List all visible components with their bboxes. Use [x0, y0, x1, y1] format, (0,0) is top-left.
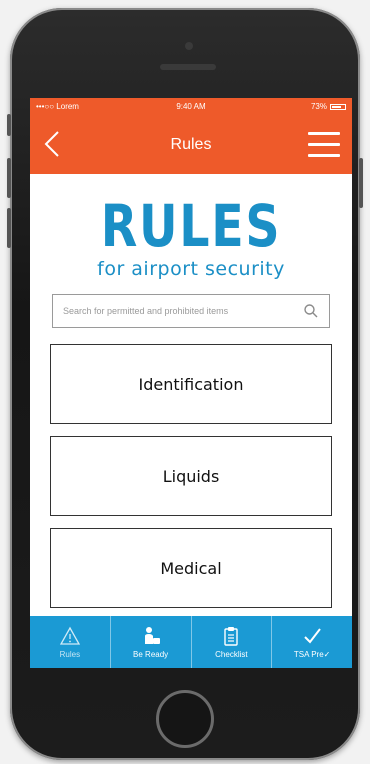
battery-icon [330, 103, 346, 110]
category-label: Medical [160, 558, 222, 578]
clock: 9:40 AM [176, 102, 206, 111]
tab-tsa-precheck[interactable]: TSA Pre✓ [272, 616, 352, 668]
battery-percent: 73% [310, 102, 327, 111]
front-camera [185, 42, 193, 50]
tab-label: TSA Pre✓ [293, 650, 331, 659]
rules-heading: RULES [100, 192, 282, 260]
search-input[interactable] [61, 296, 303, 326]
tab-bar: Rules Be Ready Checklist TSA Pre✓ [30, 616, 352, 668]
search-icon[interactable] [303, 303, 319, 319]
tab-label: Be Ready [133, 650, 169, 659]
battery-status: 73% [311, 102, 346, 111]
power-button [359, 158, 363, 208]
category-medical[interactable]: Medical [50, 528, 332, 608]
volume-down-button [7, 208, 11, 248]
clipboard-icon [224, 627, 239, 646]
category-label: Liquids [162, 466, 220, 486]
home-button[interactable] [156, 690, 214, 748]
earpiece-speaker [160, 64, 216, 70]
app-screenshot: •••○○ Lorem 9:40 AM 73% Rules RULES for … [0, 0, 370, 764]
app-screen: •••○○ Lorem 9:40 AM 73% Rules RULES for … [30, 98, 352, 668]
volume-up-button [7, 158, 11, 198]
checkmark-icon [304, 628, 321, 644]
category-label: Identification [138, 374, 244, 394]
tab-label: Rules [59, 650, 81, 659]
tab-label: Checklist [215, 650, 248, 659]
nav-bar: Rules [30, 116, 352, 174]
tab-rules[interactable]: Rules [30, 616, 111, 668]
page-title: Rules [170, 136, 212, 153]
tab-checklist[interactable]: Checklist [192, 616, 273, 668]
mute-switch [7, 114, 11, 136]
battery-level [332, 105, 341, 108]
category-liquids[interactable]: Liquids [50, 436, 332, 516]
search-box[interactable] [52, 294, 330, 328]
tab-be-ready[interactable]: Be Ready [111, 616, 192, 668]
category-identification[interactable]: Identification [50, 344, 332, 424]
person-luggage-icon [144, 627, 160, 644]
menu-button[interactable] [308, 130, 340, 160]
status-bar: •••○○ Lorem 9:40 AM 73% [30, 98, 352, 116]
warning-icon [59, 626, 80, 645]
rules-subheading: for airport security [97, 258, 285, 280]
